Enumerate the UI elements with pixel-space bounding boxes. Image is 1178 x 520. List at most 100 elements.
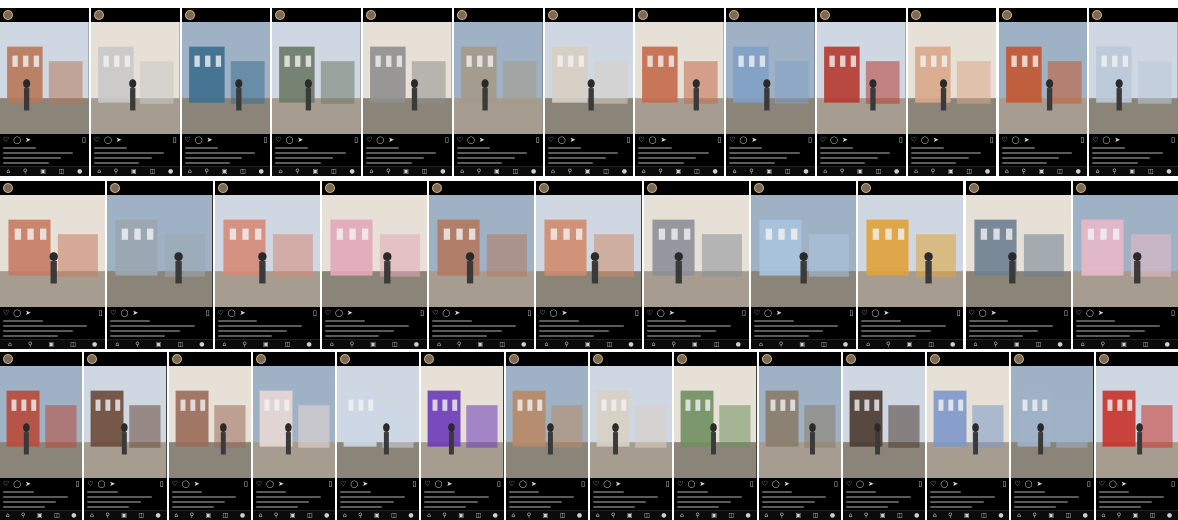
bottom-nav-bar: ⌂ ⚲ ▣ ◫ ● — [858, 339, 964, 349]
shop-icon: ◫ — [1147, 167, 1154, 175]
shop-icon: ◫ — [812, 511, 819, 519]
search-icon: ⚲ — [658, 167, 663, 175]
caption-lines — [646, 320, 746, 340]
avatar — [729, 10, 740, 20]
post-photo — [544, 22, 634, 134]
bookmark-icon: ▯ — [75, 479, 80, 488]
search-icon: ⚲ — [886, 340, 891, 348]
avatar — [819, 10, 830, 20]
profile-icon: ● — [155, 511, 161, 519]
shop-icon: ◫ — [177, 340, 184, 348]
instagram-post-screenshot: ♡ ◯ ➤ ▯ ⌂ ⚲ ▣ ◫ ● — [726, 8, 815, 176]
bottom-nav-bar: ⌂ ⚲ ▣ ◫ ● — [750, 339, 857, 349]
heart-icon: ♡ — [424, 479, 431, 488]
comment-icon: ◯ — [97, 479, 106, 488]
search-icon: ⚲ — [1032, 511, 1037, 519]
post-photo — [0, 366, 83, 478]
search-icon: ⚲ — [476, 167, 482, 175]
bottom-nav-bar: ⌂ ⚲ ▣ ◫ ● — [1095, 510, 1178, 520]
bottom-nav-bar: ⌂ ⚲ ▣ ◫ ● — [907, 166, 997, 176]
reels-icon: ▣ — [312, 167, 319, 175]
shop-icon: ◫ — [1057, 167, 1063, 175]
caption-lines — [1098, 491, 1175, 511]
reels-icon: ▣ — [289, 511, 296, 519]
share-icon: ➤ — [1023, 135, 1030, 144]
heart-icon: ♡ — [217, 308, 224, 317]
avatar — [255, 354, 266, 364]
avatar — [275, 10, 286, 20]
heart-icon: ♡ — [910, 135, 917, 144]
avatar — [1092, 10, 1103, 20]
shop-icon: ◫ — [1142, 340, 1149, 348]
share-icon: ➤ — [239, 308, 246, 317]
reels-icon: ▣ — [48, 340, 55, 348]
post-photo — [643, 195, 749, 307]
avatar — [340, 354, 351, 364]
heart-icon: ♡ — [729, 135, 736, 144]
reels-icon: ▣ — [1129, 167, 1136, 175]
instagram-post-screenshot: ♡ ◯ ➤ ▯ ⌂ ⚲ ▣ ◫ ● — [107, 181, 213, 349]
comment-icon: ◯ — [764, 308, 773, 317]
profile-icon: ● — [239, 511, 246, 519]
search-icon: ⚲ — [671, 340, 676, 348]
post-actions: ♡ ◯ ➤ ▯ — [218, 309, 317, 317]
caption-lines — [968, 320, 1068, 340]
post-actions: ♡ ◯ ➤ ▯ — [1076, 309, 1175, 317]
share-icon: ➤ — [776, 308, 782, 317]
comment-icon: ◯ — [285, 135, 294, 144]
search-icon: ⚲ — [948, 511, 953, 519]
instagram-post-screenshot: ♡ ◯ ➤ ▯ ⌂ ⚲ ▣ ◫ ● — [168, 352, 251, 520]
post-actions: ♡ ◯ ➤ ▯ — [729, 136, 812, 144]
instagram-post-screenshot: ♡ ◯ ➤ ▯ ⌂ ⚲ ▣ ◫ ● — [842, 352, 926, 520]
post-header — [1089, 8, 1178, 22]
bottom-nav-bar: ⌂ ⚲ ▣ ◫ ● — [0, 166, 89, 176]
post-header — [0, 181, 105, 195]
reels-icon: ▣ — [857, 167, 863, 175]
heart-icon: ♡ — [547, 135, 554, 144]
heart-icon: ♡ — [184, 135, 191, 144]
post-header — [1011, 352, 1093, 366]
home-icon: ⌂ — [342, 511, 347, 519]
bookmark-icon: ▯ — [244, 479, 248, 488]
bottom-nav-bar: ⌂ ⚲ ▣ ◫ ● — [674, 510, 757, 520]
post-header — [536, 181, 641, 195]
home-icon: ⌂ — [641, 167, 646, 175]
reels-icon: ▣ — [626, 511, 633, 519]
bottom-nav-bar: ⌂ ⚲ ▣ ◫ ● — [90, 166, 180, 176]
post-header — [91, 8, 180, 22]
shop-icon: ◫ — [58, 167, 65, 175]
avatar — [3, 10, 13, 20]
heart-icon: ♡ — [3, 479, 10, 488]
profile-icon: ● — [167, 167, 174, 175]
instagram-post-screenshot: ♡ ◯ ➤ ▯ ⌂ ⚲ ▣ ◫ ● — [927, 352, 1010, 520]
share-icon: ➤ — [25, 135, 31, 144]
post-actions: ♡ ◯ ➤ ▯ — [754, 309, 853, 317]
reels-icon: ▣ — [221, 167, 228, 175]
post-photo — [421, 366, 504, 478]
shop-icon: ◫ — [644, 511, 650, 519]
bottom-nav-bar: ⌂ ⚲ ▣ ◫ ● — [1011, 510, 1094, 520]
bookmark-icon: ▯ — [898, 135, 903, 144]
post-photo — [965, 195, 1071, 307]
caption-lines — [1014, 491, 1090, 511]
heart-icon: ♡ — [1014, 479, 1021, 488]
avatar — [539, 183, 550, 193]
bottom-nav-bar: ⌂ ⚲ ▣ ◫ ● — [252, 510, 336, 520]
instagram-post-screenshot: ♡ ◯ ➤ ▯ ⌂ ⚲ ▣ ◫ ● — [858, 181, 964, 349]
home-icon: ⌂ — [1004, 167, 1009, 175]
bottom-nav-bar: ⌂ ⚲ ▣ ◫ ● — [429, 339, 535, 349]
instagram-post-screenshot: ♡ ◯ ➤ ▯ ⌂ ⚲ ▣ ◫ ● — [1011, 352, 1094, 520]
comment-icon: ◯ — [920, 135, 929, 144]
home-icon: ⌂ — [932, 511, 937, 519]
caption-lines — [3, 147, 86, 167]
avatar — [87, 354, 98, 364]
post-header — [337, 352, 419, 366]
post-photo — [536, 195, 642, 307]
reels-icon: ▣ — [477, 340, 484, 348]
profile-icon: ● — [1082, 511, 1088, 519]
instagram-post-screenshot: ♡ ◯ ➤ ▯ ⌂ ⚲ ▣ ◫ ● — [816, 8, 906, 176]
heart-icon: ♡ — [324, 308, 332, 317]
bookmark-icon: ▯ — [328, 479, 333, 488]
caption-lines — [255, 491, 332, 511]
heart-icon: ♡ — [638, 135, 645, 144]
